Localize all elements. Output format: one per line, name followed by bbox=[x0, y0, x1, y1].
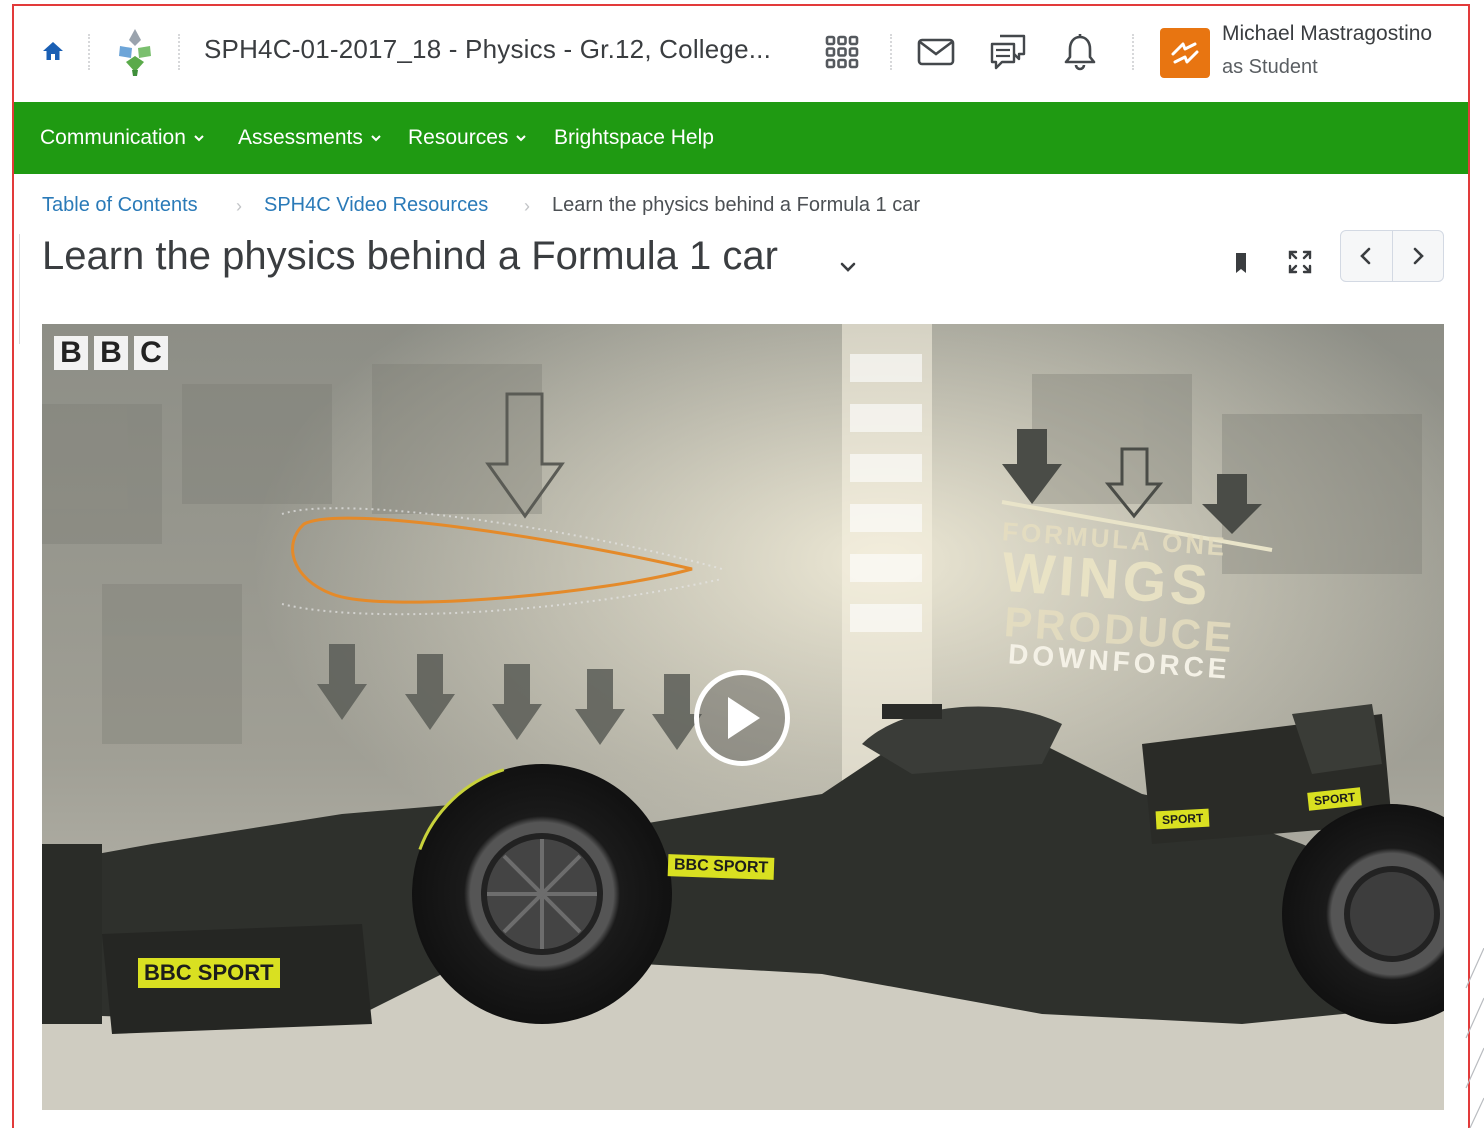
top-bar: SPH4C-01-2017_18 - Physics - Gr.12, Coll… bbox=[14, 6, 1468, 102]
divider bbox=[88, 34, 90, 70]
breadcrumb-current: Learn the physics behind a Formula 1 car bbox=[552, 194, 920, 216]
user-name[interactable]: Michael Mastragostino bbox=[1222, 22, 1432, 46]
nav-item-brightspace-help[interactable]: Brightspace Help bbox=[554, 126, 714, 150]
org-logo-icon[interactable] bbox=[112, 26, 158, 78]
divider bbox=[1132, 34, 1134, 70]
nav-item-communication[interactable]: Communication bbox=[40, 126, 204, 150]
divider bbox=[890, 34, 892, 70]
topic-pager bbox=[1340, 230, 1444, 282]
breadcrumb-separator-icon: › bbox=[524, 196, 530, 216]
decorative-corner-lines bbox=[1465, 948, 1484, 1128]
chat-icon[interactable] bbox=[986, 30, 1030, 74]
waffle-icon[interactable] bbox=[820, 30, 864, 74]
course-title[interactable]: SPH4C-01-2017_18 - Physics - Gr.12, Coll… bbox=[204, 34, 771, 65]
course-navbar: Communication Assessments Resources Brig… bbox=[14, 102, 1468, 174]
video-player[interactable]: B B C FORMULA ONE WINGS PRODUCE DOWNFORC… bbox=[42, 324, 1444, 1110]
nav-item-resources[interactable]: Resources bbox=[408, 126, 527, 150]
chevron-left-icon bbox=[1360, 247, 1371, 265]
sponsor-label: BBC SPORT bbox=[138, 958, 280, 988]
bbc-logo-letter: B bbox=[54, 336, 88, 370]
sponsor-label: SPORT bbox=[1155, 808, 1210, 830]
nav-item-assessments[interactable]: Assessments bbox=[238, 126, 381, 150]
bbc-logo: B B C bbox=[54, 336, 168, 370]
nav-item-label: Resources bbox=[408, 126, 509, 149]
nav-item-label: Communication bbox=[40, 126, 186, 149]
avatar-icon[interactable] bbox=[1160, 28, 1210, 78]
previous-topic-button[interactable] bbox=[1341, 231, 1392, 281]
bbc-logo-letter: B bbox=[94, 336, 128, 370]
app-frame: SPH4C-01-2017_18 - Physics - Gr.12, Coll… bbox=[12, 4, 1470, 1128]
bbc-logo-letter: C bbox=[134, 336, 168, 370]
breadcrumb-video-resources[interactable]: SPH4C Video Resources bbox=[264, 194, 488, 217]
bookmark-icon[interactable] bbox=[1232, 250, 1250, 276]
play-button[interactable] bbox=[694, 670, 790, 766]
home-icon[interactable] bbox=[38, 36, 68, 66]
nav-item-label: Assessments bbox=[238, 126, 363, 149]
user-role: as Student bbox=[1222, 56, 1318, 78]
bell-icon[interactable] bbox=[1058, 30, 1102, 74]
chevron-down-icon bbox=[194, 135, 204, 142]
sponsor-label: BBC SPORT bbox=[667, 854, 775, 880]
nav-item-label: Brightspace Help bbox=[554, 126, 714, 149]
next-topic-button[interactable] bbox=[1391, 231, 1444, 281]
fullscreen-icon[interactable] bbox=[1284, 246, 1316, 278]
breadcrumb-table-of-contents[interactable]: Table of Contents bbox=[42, 194, 198, 217]
breadcrumb-separator-icon: › bbox=[236, 196, 242, 216]
chevron-down-icon bbox=[371, 135, 381, 142]
play-icon bbox=[728, 697, 760, 739]
divider bbox=[178, 34, 180, 70]
title-menu-chevron-icon[interactable] bbox=[836, 256, 860, 276]
mail-icon[interactable] bbox=[914, 30, 958, 74]
page-title: Learn the physics behind a Formula 1 car bbox=[42, 234, 778, 278]
side-panel-handle[interactable] bbox=[14, 234, 20, 344]
chevron-right-icon bbox=[1413, 247, 1424, 265]
chevron-down-icon bbox=[516, 135, 527, 142]
